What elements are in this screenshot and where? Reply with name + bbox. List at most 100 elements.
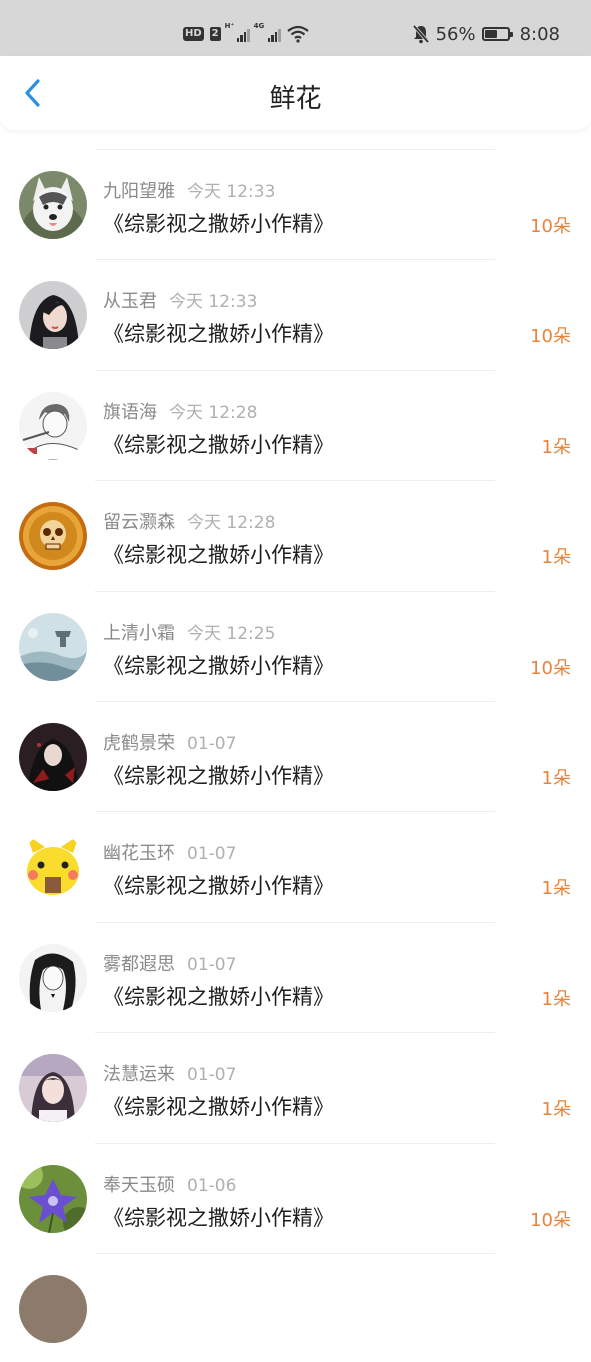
timestamp: 今天 12:33 <box>187 182 276 202</box>
hd-sub-label: 2 <box>209 27 221 41</box>
book-title: 《综影视之撒娇小作精》 <box>103 1095 334 1120</box>
nav-header: 鲜花 <box>0 56 591 130</box>
status-bar: HD 2 H⁺ 4G 56% 8:08 <box>0 0 591 56</box>
flower-count: 10朵 <box>530 326 571 348</box>
row-divider <box>95 811 495 813</box>
user-name-text: 幽花玉环 <box>103 843 175 865</box>
flower-gift-list: 九阳望雅 今天 12:33 《综影视之撒娇小作精》 10朵 从玉君 今天 12:33 《综影… <box>0 148 591 1362</box>
flower-count: 1朵 <box>541 767 571 789</box>
hd-icon: HD <box>183 27 204 41</box>
user-name-text: 奉天玉硕 <box>103 1174 175 1196</box>
list-item[interactable]: 上清小霜 今天 12:25 《综影视之撒娇小作精》 10朵 <box>0 590 591 700</box>
row-divider <box>95 480 495 482</box>
book-title: 《综影视之撒娇小作精》 <box>103 543 334 568</box>
row-divider <box>95 1142 495 1144</box>
flower-count: 10朵 <box>530 657 571 679</box>
status-right: 56% 8:08 <box>412 22 560 46</box>
battery-percent: 56% <box>435 23 476 45</box>
row-divider <box>95 369 495 371</box>
user-name: 幽花玉环 01-07 <box>103 839 236 865</box>
list-item[interactable]: 奉天玉硕 01-06 《综影视之撒娇小作精》 10朵 <box>0 1142 591 1252</box>
timestamp: 今天 12:33 <box>169 292 258 313</box>
signal-icon: H⁺ <box>225 22 250 42</box>
signal-b-label: 4G <box>253 22 265 30</box>
flower-count: 1朵 <box>541 988 571 1010</box>
user-name-text: 旗语海 <box>103 401 157 423</box>
user-name-text: 上清小霜 <box>103 622 175 644</box>
list-item[interactable]: 从玉君 今天 12:33 《综影视之撒娇小作精》 10朵 <box>0 258 591 368</box>
user-name-text: 九阳望雅 <box>103 181 175 202</box>
list-item[interactable]: 虎鹤景荣 01-07 《综影视之撒娇小作精》 1朵 <box>0 700 591 810</box>
user-name: 从玉君 今天 12:33 <box>103 287 257 313</box>
battery-icon <box>481 27 513 41</box>
user-name: 上清小霜 今天 12:25 <box>103 619 275 645</box>
timestamp: 今天 12:25 <box>187 623 276 644</box>
flower-count: 1朵 <box>541 547 571 569</box>
book-title: 《综影视之撒娇小作精》 <box>103 653 334 678</box>
row-divider <box>95 921 495 923</box>
timestamp: 01-07 <box>187 733 237 754</box>
list-item[interactable]: 幽花玉环 01-07 《综影视之撒娇小作精》 1朵 <box>0 810 591 920</box>
wifi-icon <box>286 25 309 43</box>
page-title: 鲜花 <box>269 84 322 114</box>
row-divider <box>95 1032 495 1034</box>
flower-count: 1朵 <box>541 436 571 458</box>
user-name-text: 雾都遐思 <box>103 953 175 975</box>
user-name: 奉天玉硕 01-06 <box>103 1171 236 1197</box>
timestamp: 01-07 <box>187 954 237 975</box>
flower-count: 10朵 <box>530 216 571 237</box>
row-divider <box>95 259 495 261</box>
user-name-text: 法慧运来 <box>103 1064 175 1086</box>
row-divider <box>95 149 495 150</box>
list-item[interactable]: 雾都遐思 01-07 《综影视之撒娇小作精》 1朵 <box>0 921 591 1031</box>
book-title: 《综影视之撒娇小作精》 <box>103 1205 334 1230</box>
book-title: 《综影视之撒娇小作精》 <box>103 984 334 1009</box>
timestamp: 01-07 <box>187 844 237 865</box>
list-item[interactable]: 法慧运来 01-07 《综影视之撒娇小作精》 1朵 <box>0 1031 591 1141</box>
avatar[interactable] <box>19 722 87 791</box>
book-title: 《综影视之撒娇小作精》 <box>103 874 334 899</box>
network-indicators: HD 2 H⁺ 4G <box>183 22 309 46</box>
timestamp: 01-06 <box>187 1175 237 1196</box>
avatar[interactable] <box>19 833 87 902</box>
flower-count: 1朵 <box>541 1099 571 1121</box>
timestamp: 01-07 <box>187 1065 237 1086</box>
user-name-text: 虎鹤景荣 <box>103 732 175 754</box>
row-divider <box>95 1252 495 1254</box>
avatar[interactable] <box>19 281 87 350</box>
avatar[interactable] <box>19 1164 87 1233</box>
flower-count: 1朵 <box>541 878 571 900</box>
avatar[interactable] <box>19 502 87 571</box>
row-divider <box>95 700 495 702</box>
book-title: 《综影视之撒娇小作精》 <box>103 322 334 347</box>
avatar[interactable] <box>19 171 87 239</box>
avatar[interactable] <box>19 391 87 460</box>
list-item[interactable]: 旗语海 今天 12:28 《综影视之撒娇小作精》 1朵 <box>0 369 591 479</box>
user-name: 虎鹤景荣 01-07 <box>103 729 236 755</box>
signal-a-label: H⁺ <box>224 22 235 30</box>
flower-count: 10朵 <box>530 1209 571 1231</box>
timestamp: 今天 12:28 <box>169 402 258 423</box>
clock: 8:08 <box>519 23 560 45</box>
list-item[interactable]: 留云灏森 今天 12:28 《综影视之撒娇小作精》 1朵 <box>0 479 591 589</box>
book-title: 《综影视之撒娇小作精》 <box>103 212 334 236</box>
book-title: 《综影视之撒娇小作精》 <box>103 432 334 457</box>
user-name-text: 从玉君 <box>103 291 157 313</box>
user-name-text: 留云灏森 <box>103 512 175 534</box>
avatar[interactable] <box>19 612 87 681</box>
user-name: 九阳望雅 今天 12:33 <box>103 177 275 203</box>
user-name: 雾都遐思 01-07 <box>103 950 236 976</box>
book-title: 《综影视之撒娇小作精》 <box>103 763 334 788</box>
list-item[interactable]: 九阳望雅 今天 12:33 《综影视之撒娇小作精》 10朵 <box>0 148 591 258</box>
mute-bell-icon <box>412 24 429 44</box>
signal-icon-2: 4G <box>254 22 281 42</box>
avatar[interactable] <box>19 1054 87 1123</box>
user-name: 法慧运来 01-07 <box>103 1060 236 1086</box>
avatar[interactable] <box>19 943 87 1012</box>
avatar <box>19 1274 87 1343</box>
list-item-partial <box>0 1252 591 1362</box>
user-name: 旗语海 今天 12:28 <box>103 398 257 424</box>
row-divider <box>95 590 495 592</box>
user-name: 留云灏森 今天 12:28 <box>103 508 275 534</box>
timestamp: 今天 12:28 <box>187 513 276 534</box>
